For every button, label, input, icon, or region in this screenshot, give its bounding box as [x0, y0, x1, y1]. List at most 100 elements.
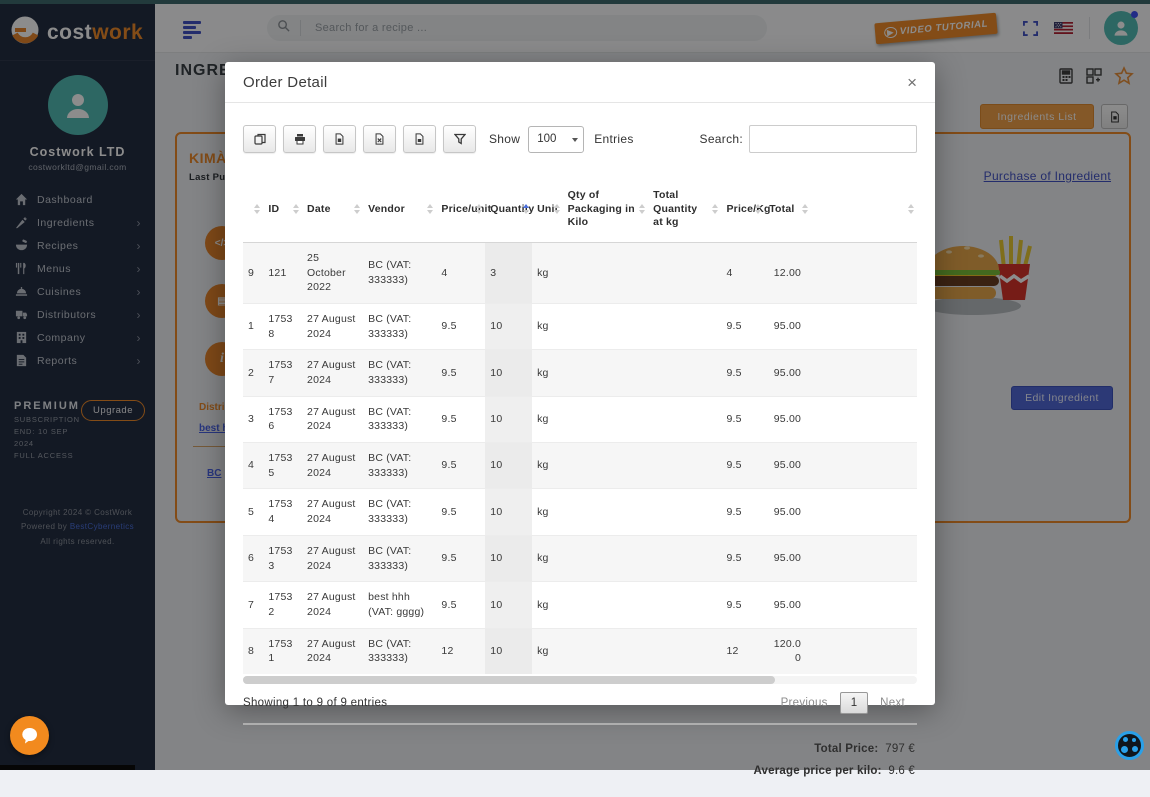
- export-excel-button[interactable]: [363, 125, 396, 153]
- table-cell: BC (VAT: 333333): [363, 242, 436, 303]
- modal-header: Order Detail ×: [225, 62, 935, 103]
- table-row: 51753427 August 2024BC (VAT: 333333)9.51…: [243, 489, 917, 535]
- table-cell: 95.00: [764, 350, 811, 396]
- sort-icon: [802, 204, 808, 214]
- export-pdf-button[interactable]: [403, 125, 436, 153]
- table-cell: 12: [721, 628, 764, 674]
- total-price-line: Total Price: 797 €: [243, 739, 915, 761]
- column-header-blank[interactable]: [811, 177, 917, 242]
- modal-title: Order Detail: [243, 74, 327, 91]
- sort-icon: [293, 204, 299, 214]
- table-cell: [563, 350, 649, 396]
- sort-icon: [639, 204, 645, 214]
- print-button[interactable]: [283, 125, 316, 153]
- table-cell: [648, 303, 721, 349]
- sort-ascending-icon: [523, 204, 529, 214]
- column-header-date[interactable]: Date: [302, 177, 363, 242]
- table-cell: 27 August 2024: [302, 535, 363, 581]
- sort-icon: [427, 204, 433, 214]
- sort-icon: [554, 204, 560, 214]
- table-cell: [811, 303, 917, 349]
- table-cell: kg: [532, 443, 563, 489]
- sort-icon: [908, 204, 914, 214]
- column-header-qty-packaging[interactable]: Qty of Packaging in Kilo: [563, 177, 649, 242]
- accessibility-widget-button[interactable]: [1115, 731, 1144, 760]
- table-cell: 9.5: [436, 582, 485, 628]
- table-cell: [811, 350, 917, 396]
- table-cell: 27 August 2024: [302, 489, 363, 535]
- table-cell: kg: [532, 350, 563, 396]
- previous-page-button[interactable]: Previous: [769, 693, 840, 713]
- table-cell: 10: [485, 628, 532, 674]
- close-icon[interactable]: ×: [907, 74, 917, 91]
- copy-button[interactable]: [243, 125, 276, 153]
- page-number-button[interactable]: 1: [840, 692, 868, 714]
- table-cell: [563, 628, 649, 674]
- table-row: 81753127 August 2024BC (VAT: 333333)1210…: [243, 628, 917, 674]
- table-cell: 17536: [263, 396, 302, 442]
- table-cell: 121: [263, 242, 302, 303]
- table-cell: BC (VAT: 333333): [363, 443, 436, 489]
- table-cell: 10: [485, 396, 532, 442]
- table-cell: [563, 489, 649, 535]
- column-header-unit[interactable]: Unit: [532, 177, 563, 242]
- column-header-price-kg[interactable]: Price/Kg: [721, 177, 764, 242]
- column-header-quantity[interactable]: Quantity: [485, 177, 532, 242]
- sort-icon: [476, 204, 482, 214]
- table-cell: 95.00: [764, 489, 811, 535]
- column-header-index[interactable]: [243, 177, 263, 242]
- table-cell: 9.5: [436, 535, 485, 581]
- table-cell: 17534: [263, 489, 302, 535]
- table-row: 21753727 August 2024BC (VAT: 333333)9.51…: [243, 350, 917, 396]
- table-cell: 17537: [263, 350, 302, 396]
- table-cell: 3: [485, 242, 532, 303]
- column-header-total-quantity[interactable]: Total Quantity at kg: [648, 177, 721, 242]
- header-row: ID Date Vendor Price/unit Quantity Unit …: [243, 177, 917, 242]
- table-cell: 10: [485, 443, 532, 489]
- table-cell: 1: [243, 303, 263, 349]
- table-cell: [648, 628, 721, 674]
- table-cell: 95.00: [764, 535, 811, 581]
- table-cell: [648, 350, 721, 396]
- table-cell: [648, 489, 721, 535]
- filter-button[interactable]: [443, 125, 476, 153]
- table-cell: 9.5: [721, 489, 764, 535]
- table-cell: 2: [243, 350, 263, 396]
- table-cell: [563, 396, 649, 442]
- table-cell: BC (VAT: 333333): [363, 489, 436, 535]
- table-cell: kg: [532, 582, 563, 628]
- column-header-vendor[interactable]: Vendor: [363, 177, 436, 242]
- chat-bubble-icon: [20, 726, 40, 746]
- table-cell: BC (VAT: 333333): [363, 350, 436, 396]
- table-cell: [811, 242, 917, 303]
- table-search-label: Search:: [700, 132, 743, 146]
- show-label: Show: [489, 132, 520, 146]
- table-cell: 10: [485, 489, 532, 535]
- table-cell: 9.5: [721, 582, 764, 628]
- export-csv-button[interactable]: [323, 125, 356, 153]
- average-price-value: 9.6 €: [888, 765, 915, 777]
- taskbar-fragment: [0, 765, 135, 770]
- chat-widget-button[interactable]: [10, 716, 49, 755]
- table-cell: 95.00: [764, 582, 811, 628]
- table-cell: 9.5: [721, 350, 764, 396]
- table-cell: [648, 535, 721, 581]
- column-header-id[interactable]: ID: [263, 177, 302, 242]
- page-size-select[interactable]: 100: [528, 126, 584, 153]
- table-cell: BC (VAT: 333333): [363, 396, 436, 442]
- modal-body: Show 100 Entries Search: ID Date Vendor: [225, 103, 935, 797]
- table-cell: 9.5: [721, 535, 764, 581]
- table-cell: 9.5: [436, 350, 485, 396]
- table-cell: 95.00: [764, 303, 811, 349]
- table-cell: 17532: [263, 582, 302, 628]
- order-detail-modal: Order Detail × Show 100 Entries Search:: [225, 62, 935, 705]
- table-cell: [563, 242, 649, 303]
- table-search-input[interactable]: [749, 125, 917, 153]
- horizontal-scrollbar[interactable]: [243, 676, 917, 684]
- table-row: 61753327 August 2024BC (VAT: 333333)9.51…: [243, 535, 917, 581]
- table-cell: 7: [243, 582, 263, 628]
- column-header-total[interactable]: Total: [764, 177, 811, 242]
- next-page-button[interactable]: Next: [868, 693, 917, 713]
- scrollbar-thumb[interactable]: [243, 676, 775, 684]
- column-header-price-unit[interactable]: Price/unit: [436, 177, 485, 242]
